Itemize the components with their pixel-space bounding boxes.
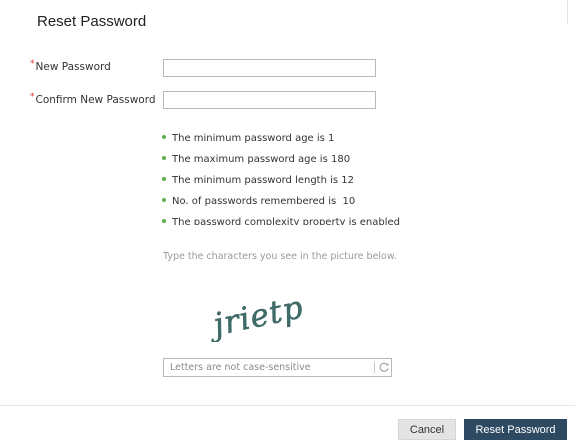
bullet-icon	[162, 156, 166, 160]
policy-rule: The minimum password age is 1	[162, 128, 422, 149]
captcha-image-text: jrietp	[205, 289, 307, 342]
required-marker: *	[30, 92, 35, 102]
bullet-icon	[162, 135, 166, 139]
captcha-hint: Type the characters you see in the pictu…	[163, 251, 397, 262]
confirm-password-label: *Confirm New Password	[30, 92, 156, 106]
bullet-icon	[162, 198, 166, 202]
required-marker: *	[30, 59, 35, 69]
new-password-label: *New Password	[30, 59, 111, 73]
confirm-password-label-text: Confirm New Password	[35, 94, 156, 106]
policy-rule-text: The minimum password age is 1	[172, 133, 335, 144]
dialog-edge	[567, 0, 568, 24]
bullet-icon	[162, 177, 166, 181]
policy-rule: No. of passwords remembered is 10	[162, 191, 422, 212]
policy-rule: The minimum password length is 12	[162, 170, 422, 191]
footer-divider	[0, 405, 575, 406]
captcha-input[interactable]	[164, 359, 370, 376]
new-password-input[interactable]	[163, 59, 376, 77]
policy-rule-text: The password complexity property is enab…	[172, 217, 401, 225]
dialog-title: Reset Password	[37, 13, 147, 30]
captcha-divider	[374, 362, 375, 373]
captcha-field	[163, 358, 392, 377]
policy-rule: The password complexity property is enab…	[162, 212, 422, 225]
refresh-icon[interactable]	[378, 361, 390, 374]
bullet-icon	[162, 219, 166, 223]
captcha-image: jrietp	[205, 289, 307, 342]
password-policy-list: The minimum password age is 1 The maximu…	[162, 128, 422, 225]
reset-password-button[interactable]: Reset Password	[464, 419, 567, 440]
policy-rule-text: The minimum password length is 12	[172, 175, 355, 186]
new-password-label-text: New Password	[35, 61, 111, 73]
confirm-password-input[interactable]	[163, 91, 376, 109]
policy-rule-text: No. of passwords remembered is 10	[172, 196, 356, 207]
policy-rule-text: The maximum password age is 180	[172, 154, 351, 165]
policy-rule: The maximum password age is 180	[162, 149, 422, 170]
cancel-button[interactable]: Cancel	[398, 419, 456, 440]
